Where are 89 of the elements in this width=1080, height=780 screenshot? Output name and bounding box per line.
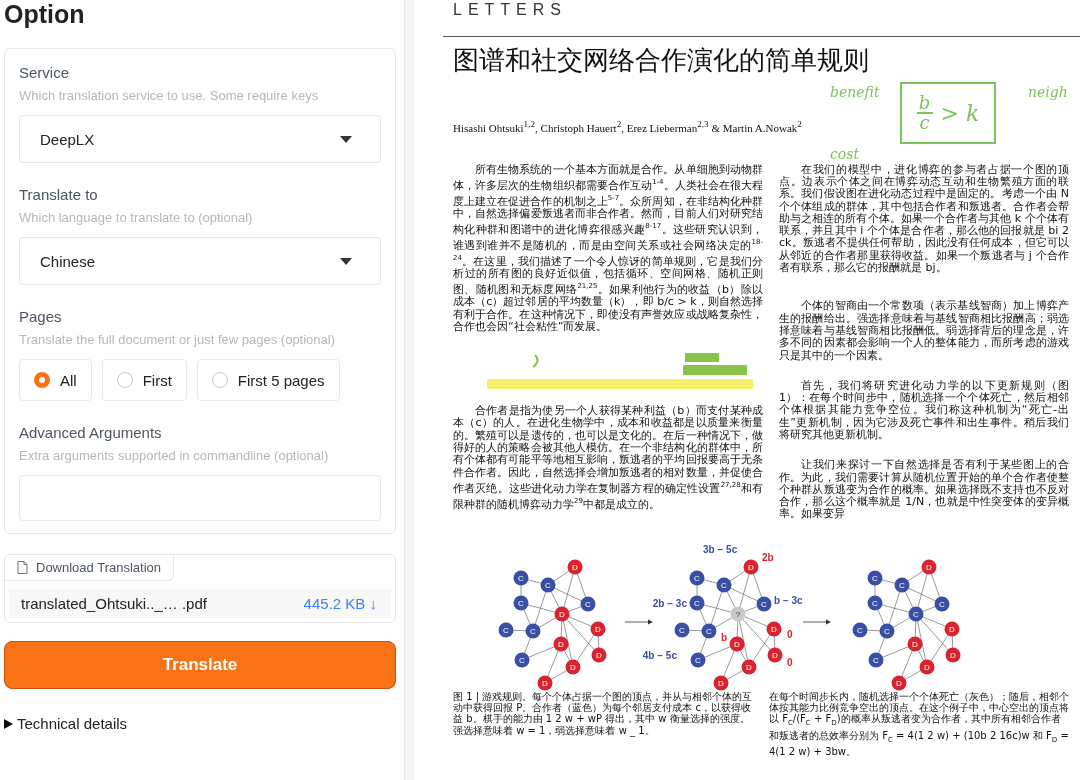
body-paragraph: 所有生物系统的一个基本方面就是合作。从单细胞到动物群体，许多层次的生物组织都需要合作互动$^{1-4}$。人类社会在很大程度上建立在促进合作的机制之上$^{5-7}$。众所周知，在非结构化种群中，自然选择偏爱叛逃者而非合作者。然而，目前人们对研究结构化种群和图谱中的进化博弈很感兴趣$^{8-17}$。这些研究认识到，谁遇到谁并不是随机的，而是由空间关系或社会网络决定的$^{18-}$$^{24}$。在这里，我们描述了一个令人惊讶的简单规则，它是我们分析过的所有图的良好近似值，包括循环、空间网格、随机正则图、随机图和无标度网络$^{21,25}$。如果利他行为的收益（b）除以成本（c）超过邻居的平均数量（k），即 b/c > k，则自然选择有利于合作。在这种情况下，即使没有声誉效应或战略复杂性，合作也会因“社会粘性”而发展。 xyxy=(453,163,763,334)
dropdown[interactable]: Chinese xyxy=(19,237,381,285)
graph-node: C xyxy=(689,595,705,611)
figure-label: 2b − 3c xyxy=(652,597,687,609)
field-label: Service xyxy=(19,63,71,83)
field-hint: Translate the full document or just few pages (optional) xyxy=(19,331,337,349)
graph-node: C xyxy=(716,577,732,593)
field-label: Advanced Arguments xyxy=(19,423,163,443)
graph-node: D xyxy=(741,659,757,675)
graph-node: C xyxy=(934,596,950,612)
download-link[interactable]: 445.2 KB ↓ xyxy=(303,595,377,612)
field-hint: Extra arguments supported in commandline (optional) xyxy=(19,447,330,465)
graph-node: C xyxy=(674,622,690,638)
graph-node: C xyxy=(580,596,596,612)
graph-node: D xyxy=(537,675,553,691)
details-toggle[interactable]: Technical details xyxy=(17,715,128,732)
graph-node: C xyxy=(498,622,514,638)
figure-label: b − 3c xyxy=(774,594,803,606)
body-paragraph: 合作者是指为使另一个人获得某种利益（b）而支付某种成本（c）的人。在进化生物学中，成本和收益都是以质量来衡量的。繁殖可以是遗传的，也可以是文化的。在后一种情况下，做得好的人的策略会被其他人模仿。在一个非结构化的群体中，所有个体都有可能平等地相互影响，叛逃者的平均回报要高于无条件合作者。因此，自然选择会增加叛逃者的相对数量，并促使合作者灭绝。这些进化动力学在复制器方程的确定性设置$^{27,28}$和有限种群的随机博弈动力学$^{29}$中都是成立的。 xyxy=(453,405,763,511)
graph-node: D xyxy=(743,559,759,575)
figure-label: 3b − 5c xyxy=(703,543,738,555)
graph-node: D xyxy=(766,621,782,637)
panel-title: Option xyxy=(4,0,86,28)
figure-label: 0 xyxy=(787,656,793,668)
field-label: Pages xyxy=(19,307,63,327)
body-paragraph: 让我们来探讨一下自然选择是否有利于某些图上的合作。为此，我们需要计算从随机位置开始的单个合作者使整个种群从叛逃变为合作的概率。如果选择既不支持也不反对合作，那么这个概率就是 1/N，也就是中性突变体的变异概率。如果变异 xyxy=(779,459,1069,521)
graph-node: D xyxy=(554,606,570,622)
body-paragraph: 首先，我们将研究进化动力学的以下更新规则（图 1）：在每个时间步中，随机选择一个个体死亡，然后相邻个体根据其能力竞争空位。我们称这种机制为“死亡-出生”更新机制，因为它涉及死亡事件和出生事件。稍后我们将研究其他更新机制。 xyxy=(779,379,1069,442)
figure-label: 2b xyxy=(762,551,774,563)
caret-icon xyxy=(340,257,352,265)
graph-node: C xyxy=(867,595,883,611)
graph-node: C xyxy=(701,623,717,639)
graph-node: D xyxy=(921,559,937,575)
radio-option[interactable]: First 5 pages xyxy=(196,359,340,401)
figure-caption: 在每个时间步长内，随机选择一个个体死亡（灰色）；随后，相邻个体按其能力比例竞争空出的顶点。在这个例子中，中心空出的顶点将以 F$_{C}$/(F$_{C}$ + F$_{D}$)的概率从叛逃者变为合作者，其中所有相邻合作者和叛逃者的总效率分别为 F$_{C}$ = 4(1 2 w) + (10b 2 16c)w 和 F$_{D}$ = 4(1 2 w) + 3bw。 xyxy=(769,690,1069,758)
graph-node: D xyxy=(729,636,745,652)
graph-node: D xyxy=(713,675,729,691)
dropdown[interactable]: DeepLX xyxy=(19,115,381,163)
graph-node: C xyxy=(513,570,529,586)
graph-node: C xyxy=(852,622,868,638)
handwritten-note: neigh xyxy=(1028,84,1068,100)
download-label: Download Translation xyxy=(5,555,175,581)
graph-node: C xyxy=(689,570,705,586)
figure-label: 0 xyxy=(787,628,793,640)
graph-node: D xyxy=(919,659,935,675)
graph-node: D xyxy=(591,647,607,663)
file-name: translated_Ohtsuki.._… .pdf xyxy=(21,595,207,612)
graph-node: D xyxy=(945,647,961,663)
body-paragraph: 个体的智商由一个常数项（表示基线智商）加上博弈产生的报酬给出。强选择意味着与基线智商相比报酬高；弱选择意味着与基线智商相比报酬低。弱选择背后的理念是，许多不同的因素都会影响一个人的整体能力，而所考虑的游戏只是其中的一个因素。 xyxy=(779,300,1069,362)
graph-node: C xyxy=(908,606,924,622)
graph-node: C xyxy=(514,652,530,668)
body-paragraph: 在我们的模型中，进化博弈的参与者占据一个图的顶点。边表示个体之间在博弈动态互动和生物繁殖方面的联系。我们假设图在进化动态过程中是固定的。考虑一个由 N 个个体组成的群体，其中包括合作者和叛逃者。合作者会帮助与之相连的所有个体。如果一个合作者与其他 k 个个体有联系，并且其中 i 个个体是合作者，那么他的回报就是 bi 2 ck。叛逃者不提供任何帮助，因此没有任何成本，但它可以从邻近的合作者那里获得收益。如果一个叛逃者与 j 个合作者有联系，那么它的报酬就是 bj。 xyxy=(779,163,1069,275)
graph-node: C xyxy=(879,623,895,639)
file-icon xyxy=(17,561,28,574)
graph-node: D xyxy=(565,659,581,675)
field-label: Translate to xyxy=(19,185,99,205)
graph-node: D xyxy=(767,647,783,663)
arrow-icon xyxy=(624,619,653,625)
handwritten-note: benefit xyxy=(830,84,880,100)
graph-node: C xyxy=(894,577,910,593)
input-field[interactable] xyxy=(19,475,381,521)
disclosure-triangle-icon[interactable] xyxy=(4,718,13,729)
handwritten-note: cost xyxy=(830,146,860,162)
journal-header: LETTERS xyxy=(453,0,568,20)
field-hint: Which language to translate to (optional) xyxy=(19,209,254,227)
graph-node: C xyxy=(867,570,883,586)
field-hint: Which translation service to use. Some require keys xyxy=(19,87,320,105)
graph-node: C xyxy=(756,596,772,612)
radio-option[interactable]: First xyxy=(101,359,187,401)
graph-node: C xyxy=(690,652,706,668)
radio-option[interactable]: All xyxy=(19,359,92,401)
article-title: 图谱和社交网络合作演化的简单规则 xyxy=(453,44,870,77)
graph-node: C xyxy=(540,577,556,593)
graph-node: D xyxy=(553,636,569,652)
graph-node: D xyxy=(907,636,923,652)
graph-node: D xyxy=(944,621,960,637)
graph-node: D xyxy=(891,675,907,691)
graph-node: C xyxy=(868,652,884,668)
graph-node: C xyxy=(513,595,529,611)
graph-node: D xyxy=(567,559,583,575)
graph-node: D xyxy=(590,621,606,637)
figure-label: 4b − 5c xyxy=(642,649,677,661)
author-list: Hisashi Ohtsuki$^{1,2}$, Christoph Hauert$^{2}$, Erez Lieberman$^{2,3}$ & Martin A.Nowak$^{2}$ xyxy=(453,119,802,134)
caret-icon xyxy=(340,135,352,143)
arrow-icon xyxy=(802,619,831,625)
figure-caption: 图 1 | 游戏规则。每个个体占据一个图的顶点，并从与相邻个体的互动中获得回报 P。合作者（蓝色）为每个邻居支付成本 c，以获得收益 b。棋手的能力由 1 2 w + wP 得出，其中 w 衡量选择的强度。强选择意味着 w = 1，弱选择意味着 w _ 1。 xyxy=(453,690,753,739)
graph-node: ? xyxy=(730,606,746,622)
figure-label: b xyxy=(721,631,728,643)
graph-node: C xyxy=(525,623,541,639)
